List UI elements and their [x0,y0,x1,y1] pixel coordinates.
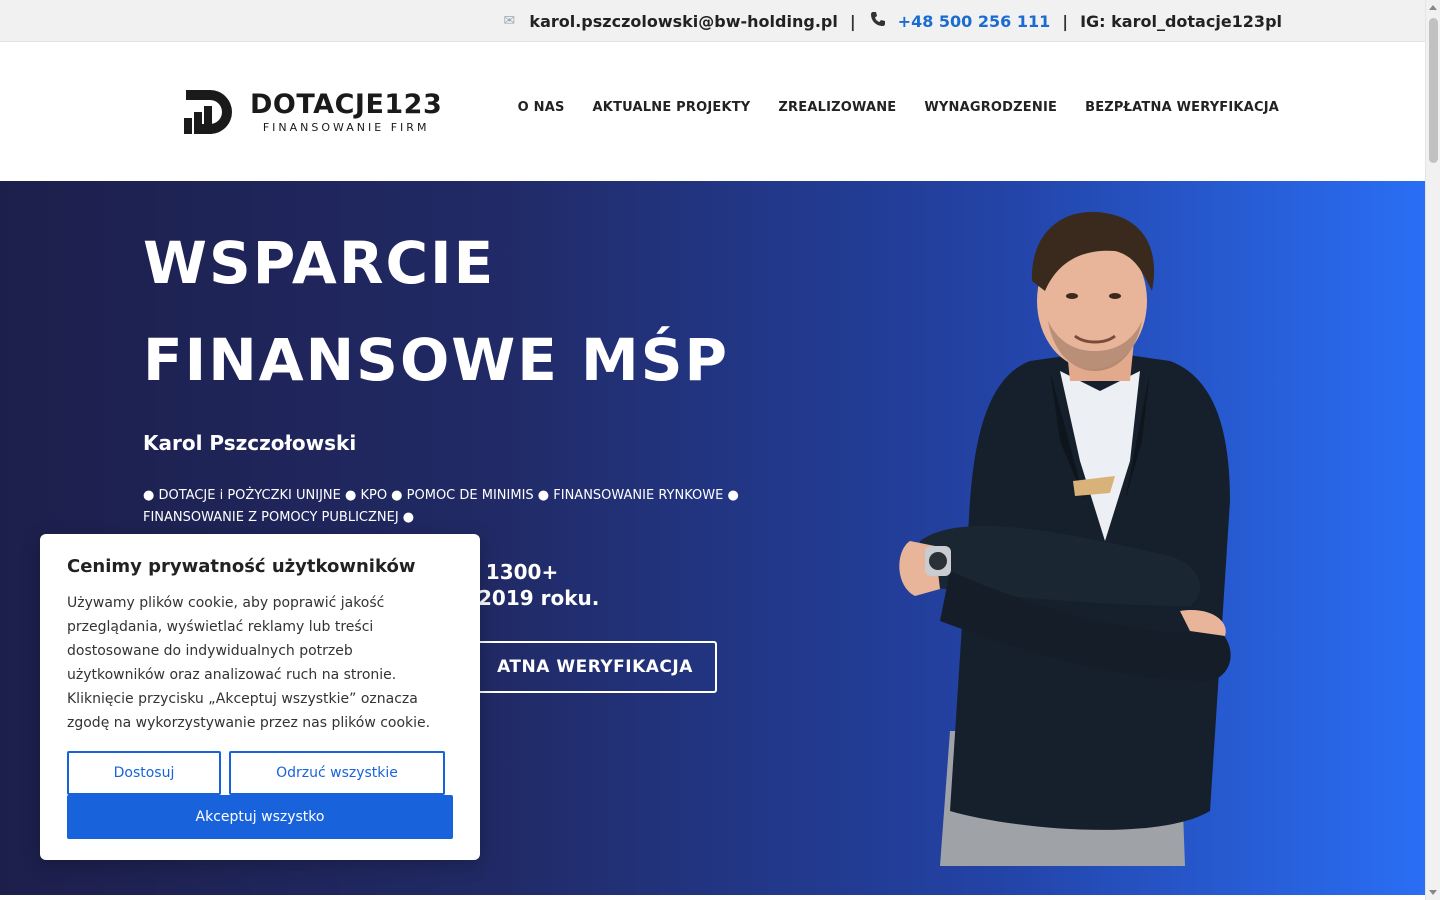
site-header: DOTACJE123 FINANSOWANIE FIRM O NAS AKTUA… [0,42,1425,181]
phone-icon [868,11,888,31]
site-logo[interactable]: DOTACJE123 FINANSOWANIE FIRM [184,90,442,134]
page-scrollbar[interactable] [1425,0,1440,900]
hero-title-line2: FINANSOWE MŚP [143,326,730,394]
separator: | [1062,11,1069,31]
cookie-consent-panel: Cenimy prywatność użytkowników Używamy p… [40,534,480,860]
nav-o-nas[interactable]: O NAS [518,100,565,115]
scroll-thumb[interactable] [1429,18,1438,163]
person-photo [880,211,1280,866]
logo-mark-icon [184,90,236,134]
hero-title: WSPARCIE FINANSOWE MŚP [143,215,843,409]
nav-aktualne-projekty[interactable]: AKTUALNE PROJEKTY [593,100,751,115]
contact-email[interactable]: karol.pszczolowski@bw-holding.pl [529,12,837,31]
cookie-customize-button[interactable]: Dostosuj [67,751,221,795]
mail-icon: ✉ [503,13,516,29]
scroll-down-icon[interactable] [1429,890,1437,895]
cookie-accept-button[interactable]: Akceptuj wszystko [67,795,453,839]
hero-name: Karol Pszczołowski [143,431,357,455]
cookie-title: Cenimy prywatność użytkowników [67,556,416,577]
services-line2: FINANSOWANIE Z POMOCY PUBLICZNEJ ● [143,510,415,525]
main-nav: O NAS AKTUALNE PROJEKTY ZREALIZOWANE WYN… [518,100,1279,115]
nav-bezplatna-weryfikacja[interactable]: BEZPŁATNA WERYFIKACJA [1085,100,1279,115]
hero-services: ● DOTACJE i POŻYCZKI UNIJNE ● KPO ● POMO… [143,485,763,529]
cookie-reject-button[interactable]: Odrzuć wszystkie [229,751,445,795]
services-line1: ● DOTACJE i POŻYCZKI UNIJNE ● KPO ● POMO… [143,488,739,503]
top-contact-bar: ✉ karol.pszczolowski@bw-holding.pl | +48… [0,0,1425,42]
cookie-description: Używamy plików cookie, aby poprawić jako… [67,595,431,731]
scroll-up-icon[interactable] [1429,5,1437,10]
separator: | [849,11,856,31]
contact-phone-link[interactable]: +48 500 256 111 [898,12,1051,31]
nav-zrealizowane[interactable]: ZREALIZOWANE [778,100,896,115]
instagram-handle[interactable]: IG: karol_dotacje123pl [1080,12,1282,31]
logo-subtitle: FINANSOWANIE FIRM [262,120,430,134]
logo-title: DOTACJE123 [250,88,443,120]
hero-title-line1: WSPARCIE [143,229,496,297]
nav-wynagrodzenie[interactable]: WYNAGRODZENIE [924,100,1057,115]
